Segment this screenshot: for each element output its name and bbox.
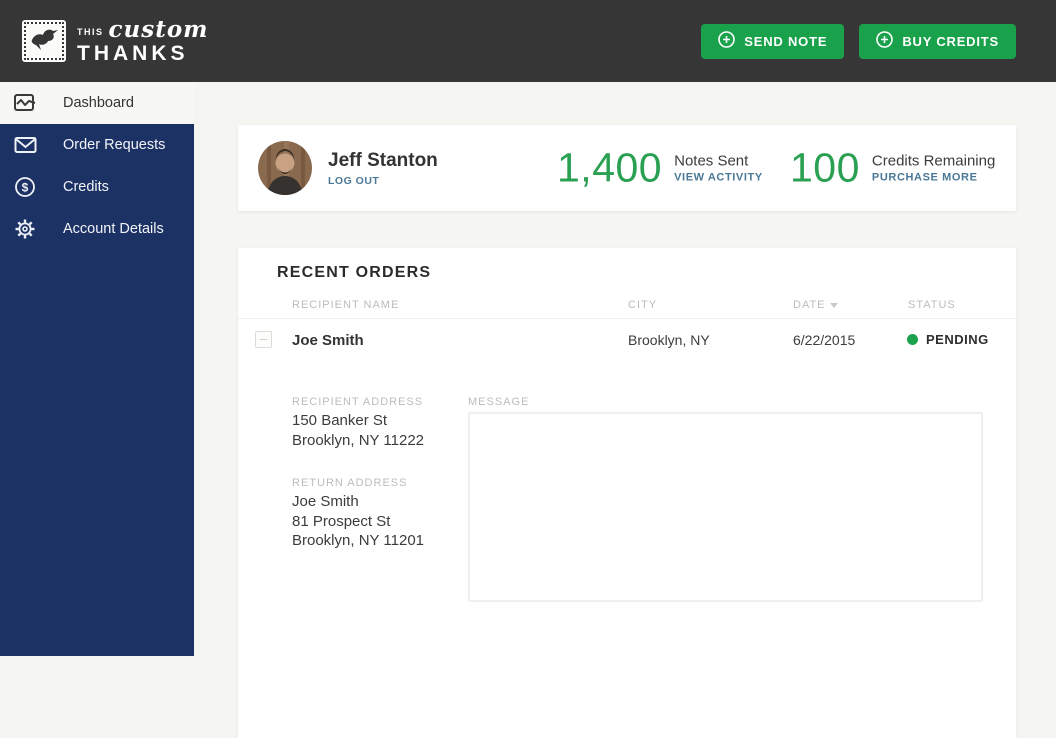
sidebar-item-label: Order Requests	[63, 137, 165, 153]
credits-remaining-value: 100	[790, 145, 860, 192]
buy-credits-label: BUY CREDITS	[902, 34, 999, 49]
sidebar-item-account-details[interactable]: Account Details	[0, 208, 194, 250]
sidebar-item-credits[interactable]: $ Credits	[0, 166, 194, 208]
gear-icon	[13, 217, 37, 241]
svg-text:$: $	[22, 181, 29, 195]
message-label: MESSAGE	[468, 396, 529, 408]
sidebar-item-dashboard[interactable]: Dashboard	[0, 82, 194, 124]
sidebar-item-label: Account Details	[63, 221, 164, 237]
log-out-link[interactable]: LOG OUT	[328, 175, 438, 187]
topbar-actions: SEND NOTE BUY CREDITS	[701, 24, 1016, 59]
notes-sent-label: Notes Sent	[674, 153, 763, 170]
hummingbird-icon	[29, 25, 59, 58]
recipient-address-line: 150 Banker St	[292, 411, 424, 431]
view-activity-link[interactable]: VIEW ACTIVITY	[674, 172, 763, 184]
stamp-logo	[22, 20, 66, 62]
dollar-circle-icon: $	[13, 175, 37, 199]
user-summary-card: Jeff Stanton LOG OUT 1,400 Notes Sent VI…	[238, 125, 1016, 211]
sidebar-item-label: Credits	[63, 179, 109, 195]
logo-word-this: THIS	[77, 28, 104, 37]
plus-circle-icon	[718, 31, 735, 51]
buy-credits-button[interactable]: BUY CREDITS	[859, 24, 1016, 59]
logo-text: THIS custom THANKS	[77, 18, 209, 64]
sidebar-nav: Dashboard Order Requests $ Credits	[0, 82, 194, 656]
return-address-line: Brooklyn, NY 11201	[292, 531, 424, 551]
message-textarea[interactable]	[468, 412, 983, 602]
logo-word-thanks: THANKS	[77, 43, 209, 64]
recipient-address-label: RECIPIENT ADDRESS	[292, 396, 423, 408]
return-address-label: RETURN ADDRESS	[292, 477, 407, 489]
send-note-label: SEND NOTE	[744, 34, 827, 49]
user-name: Jeff Stanton	[328, 150, 438, 172]
column-header-recipient-name: RECIPIENT NAME	[292, 299, 399, 311]
column-header-status: STATUS	[908, 299, 956, 311]
recent-orders-card: RECENT ORDERS RECIPIENT NAME CITY DATE S…	[238, 248, 1016, 738]
dashboard-chart-icon	[13, 91, 37, 115]
status-badge: PENDING	[926, 332, 989, 347]
credits-remaining-stat: 100 Credits Remaining PURCHASE MORE	[790, 145, 995, 192]
recent-orders-title: RECENT ORDERS	[277, 264, 431, 282]
row-checkbox[interactable]	[255, 331, 272, 348]
purchase-more-link[interactable]: PURCHASE MORE	[872, 172, 995, 184]
recipient-address-value: 150 Banker St Brooklyn, NY 11222	[292, 411, 424, 450]
return-address-line: Joe Smith	[292, 492, 424, 512]
main-content: Jeff Stanton LOG OUT 1,400 Notes Sent VI…	[194, 82, 1056, 656]
status-cell: PENDING	[907, 332, 989, 347]
avatar	[258, 141, 312, 195]
order-table-row[interactable]: Joe Smith Brooklyn, NY 6/22/2015 PENDING	[238, 318, 1016, 360]
app-logo: THIS custom THANKS	[22, 18, 209, 64]
send-note-button[interactable]: SEND NOTE	[701, 24, 844, 59]
recipient-address-line: Brooklyn, NY 11222	[292, 431, 424, 451]
return-address-line: 81 Prospect St	[292, 512, 424, 532]
sidebar-item-label: Dashboard	[63, 95, 134, 111]
logo-word-custom: custom	[109, 18, 209, 41]
column-header-city: CITY	[628, 299, 657, 311]
city-cell: Brooklyn, NY	[628, 332, 710, 348]
plus-circle-icon	[876, 31, 893, 51]
notes-sent-value: 1,400	[557, 145, 662, 192]
top-bar: THIS custom THANKS SEND NOTE BUY CREDITS	[0, 0, 1056, 82]
envelope-icon	[13, 133, 37, 157]
date-cell: 6/22/2015	[793, 332, 855, 348]
user-identity: Jeff Stanton LOG OUT	[328, 150, 438, 187]
status-pending-dot	[907, 334, 918, 345]
recipient-name-cell: Joe Smith	[292, 332, 364, 349]
notes-sent-stat: 1,400 Notes Sent VIEW ACTIVITY	[557, 145, 763, 192]
sort-caret-down-icon	[830, 303, 838, 308]
return-address-value: Joe Smith 81 Prospect St Brooklyn, NY 11…	[292, 492, 424, 551]
column-header-date[interactable]: DATE	[793, 299, 838, 311]
sidebar-item-order-requests[interactable]: Order Requests	[0, 124, 194, 166]
credits-remaining-label: Credits Remaining	[872, 153, 995, 170]
